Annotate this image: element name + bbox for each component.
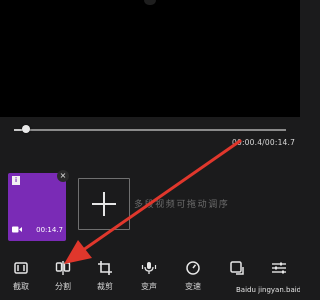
tool-trim[interactable]: 截取 [2,252,40,300]
clip-remove-icon[interactable]: × [57,170,69,182]
tool-speed[interactable]: 变速 [174,252,212,300]
tool-trim-label: 截取 [13,282,29,291]
clip-duration: 00:14.7 [36,226,63,234]
video-clip-thumbnail[interactable]: i × 00:14.7 [8,170,69,241]
tool-crop[interactable]: 裁剪 [86,252,124,300]
tool-split-label: 分割 [55,282,71,291]
tool-crop-label: 裁剪 [97,282,113,291]
tool-speed-label: 变速 [185,282,201,291]
video-preview[interactable] [0,0,300,117]
tool-voice-change-label: 变声 [141,282,157,291]
rotate-icon [230,261,244,275]
clip-info-icon: i [12,176,20,185]
speed-icon [186,261,200,275]
preview-top-handle [144,0,156,5]
video-camera-icon [12,226,22,233]
baidu-watermark: Baidu jingyan.baidu.com [236,286,300,294]
adjust-sliders-icon [272,262,286,274]
add-clip-button[interactable] [78,178,130,230]
crop-icon [98,261,112,275]
voice-change-icon [141,262,157,274]
split-icon [55,261,71,275]
progress-track[interactable] [14,129,286,131]
tool-voice-change[interactable]: 变声 [130,252,168,300]
progress-fill [14,129,23,131]
video-editor-screen: 00:00.4/00:14.7 i × 00:14.7 多段视频可拖动调序 截取 [0,0,300,300]
timecode-label: 00:00.4/00:14.7 [232,138,296,147]
reorder-hint: 多段视频可拖动调序 [134,200,230,210]
tool-split[interactable]: 分割 [44,252,82,300]
trim-icon [14,262,28,274]
